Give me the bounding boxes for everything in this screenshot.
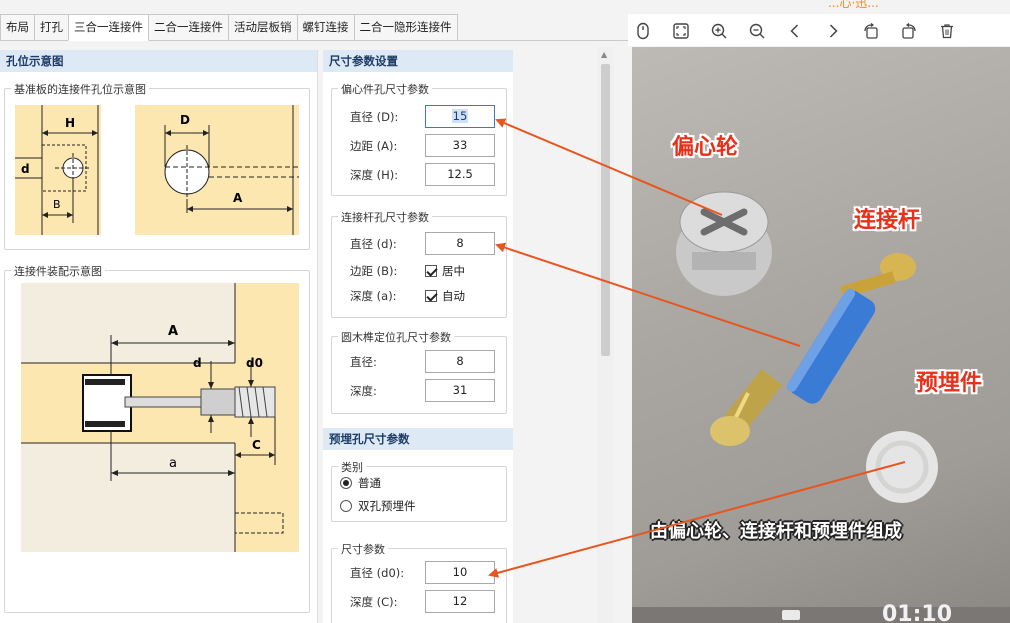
label-D: D	[180, 113, 190, 127]
eccentric-margin-input[interactable]: 33	[425, 134, 495, 157]
hole-position-title: 基准板的连接件孔位示意图	[11, 81, 149, 97]
image-viewer: ...心·迅... 偏心轮 连接杆 预埋件 由偏心轮、连接杆和预埋件组成 01:…	[628, 0, 1010, 623]
embed-label: 预埋件	[916, 371, 983, 396]
eccentric-group: 偏心件孔尺寸参数 直径 (D): 15 边距 (A): 33 深度 (H): 1…	[331, 81, 507, 196]
mouse-icon[interactable]	[634, 22, 652, 40]
label-assembly-d: d	[193, 356, 202, 370]
embed-header: 预埋孔尺寸参数	[323, 428, 513, 450]
rotate-right-icon[interactable]	[900, 22, 918, 40]
size-diameter-label: 直径 (d0):	[350, 566, 405, 580]
label-H: H	[65, 116, 75, 130]
label-assembly-a: a	[169, 456, 177, 471]
zoom-in-icon[interactable]	[710, 22, 728, 40]
hole-diagram-side: D A	[135, 105, 299, 235]
radio-double-hole-label: 双孔预埋件	[358, 499, 416, 513]
hole-diagram-front-svg: H d B	[15, 105, 99, 235]
label-assembly-C: C	[252, 438, 261, 452]
rod-diameter-label: 直径 (d):	[350, 237, 397, 251]
viewer-toolbar	[628, 14, 1010, 46]
checkbox-checked-icon	[425, 265, 437, 277]
viewer-top-text: ...心·迅...	[828, 0, 879, 10]
hole-diagram-side-svg: D A	[164, 105, 299, 235]
dowel-diameter-input[interactable]: 8	[425, 350, 495, 373]
category-group: 类别 普通 双孔预埋件	[331, 459, 507, 522]
connector-settings-app: 布局 打孔 三合一连接件 二合一连接件 活动层板销 螺钉连接 二合一隐形连接件 …	[0, 0, 628, 623]
rod-label: 连接杆	[854, 208, 921, 233]
radio-normal[interactable]: 普通	[340, 473, 381, 493]
label-assembly-A: A	[168, 324, 178, 339]
rod-diameter-input[interactable]: 8	[425, 232, 495, 255]
dowel-depth-input[interactable]: 31	[425, 379, 495, 402]
tab-screw-connection[interactable]: 螺钉连接	[296, 14, 355, 41]
rod-auto-checkbox[interactable]: 自动	[425, 285, 465, 307]
delete-icon[interactable]	[938, 22, 956, 40]
label-B: B	[53, 198, 61, 211]
assembly-group: 连接件装配示意图 A d d0 C a	[4, 263, 310, 613]
hole-diagram-header: 孔位示意图	[0, 50, 317, 72]
eccentric-diameter-label: 直径 (D):	[350, 110, 399, 124]
radio-unselected-icon	[340, 500, 352, 512]
hole-position-group: 基准板的连接件孔位示意图 H d B D A	[4, 81, 310, 250]
photo-caption: 由偏心轮、连接杆和预埋件组成	[650, 521, 902, 542]
video-timecode: 01:10	[882, 602, 953, 623]
label-assembly-d0: d0	[246, 356, 263, 370]
dowel-diameter-label: 直径:	[350, 355, 377, 369]
radio-normal-label: 普通	[358, 476, 381, 490]
scroll-up-icon[interactable]: ▲	[601, 50, 607, 59]
size-diameter-input[interactable]: 10	[425, 561, 495, 584]
checkbox-checked-icon	[425, 290, 437, 302]
assembly-title: 连接件装配示意图	[11, 263, 105, 279]
eccentric-label: 偏心轮	[672, 135, 739, 160]
size-group: 尺寸参数 直径 (d0): 10 深度 (C): 12	[331, 541, 507, 623]
zoom-out-icon[interactable]	[748, 22, 766, 40]
tab-drilling[interactable]: 打孔	[34, 14, 69, 41]
eccentric-depth-input[interactable]: 12.5	[425, 163, 495, 186]
label-d: d	[21, 162, 30, 176]
hole-diagram-front: H d B	[15, 105, 101, 235]
rod-title: 连接杆孔尺寸参数	[338, 209, 432, 225]
eccentric-diameter-value: 15	[451, 109, 469, 123]
scroll-thumb[interactable]	[601, 64, 610, 356]
radio-double-hole[interactable]: 双孔预埋件	[340, 496, 416, 516]
rotate-left-icon[interactable]	[862, 22, 880, 40]
size-title: 尺寸参数	[338, 541, 388, 557]
rod-group: 连接杆孔尺寸参数 直径 (d): 8 边距 (B): 居中 深度 (a): 自动	[331, 209, 507, 318]
rod-auto-label: 自动	[442, 289, 465, 303]
radio-selected-icon	[340, 477, 352, 489]
rod-center-label: 居中	[442, 264, 465, 278]
vertical-scrollbar[interactable]: ▲	[597, 47, 614, 623]
size-depth-input[interactable]: 12	[425, 590, 495, 613]
eccentric-depth-label: 深度 (H):	[350, 168, 399, 182]
tab-hidden-connector[interactable]: 二合一隐形连接件	[353, 14, 458, 41]
assembly-diagram-svg: A d d0 C a	[21, 283, 299, 552]
hole-diagram-pane: 孔位示意图 基准板的连接件孔位示意图 H d B D A 连接件装配示意图 A …	[0, 50, 318, 623]
tab-bar: 布局 打孔 三合一连接件 二合一连接件 活动层板销 螺钉连接 二合一隐形连接件	[0, 14, 458, 41]
tab-shelf-pin[interactable]: 活动层板销	[228, 14, 298, 41]
tab-layout[interactable]: 布局	[0, 14, 35, 41]
rod-margin-label: 边距 (B):	[350, 264, 398, 278]
label-A: A	[233, 191, 243, 205]
dowel-title: 圆木榫定位孔尺寸参数	[338, 329, 454, 345]
fullscreen-icon[interactable]	[672, 22, 690, 40]
size-depth-label: 深度 (C):	[350, 595, 398, 609]
rod-center-checkbox[interactable]: 居中	[425, 260, 465, 282]
assembly-diagram: A d d0 C a	[21, 283, 299, 552]
eccentric-diameter-input[interactable]: 15	[425, 105, 495, 128]
dowel-group: 圆木榫定位孔尺寸参数 直径: 8 深度: 31	[331, 329, 507, 414]
tab-two-in-one-connector[interactable]: 二合一连接件	[148, 14, 229, 41]
eccentric-margin-label: 边距 (A):	[350, 139, 398, 153]
dowel-depth-label: 深度:	[350, 384, 377, 398]
parameter-header: 尺寸参数设置	[323, 50, 513, 72]
tab-three-in-one-connector[interactable]: 三合一连接件	[68, 14, 149, 41]
parameter-pane: 尺寸参数设置 偏心件孔尺寸参数 直径 (D): 15 边距 (A): 33 深度…	[323, 50, 513, 623]
eccentric-title: 偏心件孔尺寸参数	[338, 81, 432, 97]
rod-depth-label: 深度 (a):	[350, 289, 397, 303]
product-photo: 偏心轮 连接杆 预埋件 由偏心轮、连接杆和预埋件组成 01:10	[632, 47, 1010, 623]
next-icon[interactable]	[824, 22, 842, 40]
previous-icon[interactable]	[786, 22, 804, 40]
